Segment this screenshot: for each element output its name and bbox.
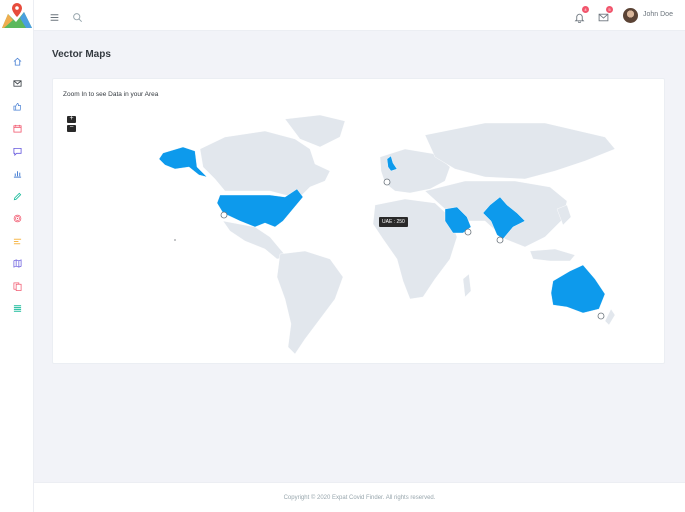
sidebar-item-home[interactable] xyxy=(0,50,34,73)
footer: Copyright © 2020 Expat Covid Finder. All… xyxy=(34,482,685,512)
home-icon xyxy=(13,57,21,66)
search-icon xyxy=(73,13,83,23)
marker-united-states xyxy=(220,211,228,219)
bell-icon xyxy=(574,13,585,24)
marker-india xyxy=(496,236,504,244)
zoom-out-button[interactable]: − xyxy=(67,124,76,132)
sidebar-item-mail[interactable] xyxy=(0,73,34,96)
search-button[interactable] xyxy=(72,10,83,23)
region-united-states xyxy=(216,188,304,228)
thumbs-up-icon xyxy=(13,102,21,111)
land-masses xyxy=(199,114,615,354)
sidebar-item-security[interactable] xyxy=(0,208,34,231)
mail-icon xyxy=(598,13,609,22)
card-title: Zoom In to see Data in your Area xyxy=(63,91,159,98)
region-australia xyxy=(550,264,606,314)
pen-icon xyxy=(13,192,21,200)
copyright-text: Copyright © 2020 Expat Covid Finder. All… xyxy=(283,495,436,501)
topbar: 4 5 John Doe xyxy=(34,0,685,31)
sidebar-item-edit[interactable] xyxy=(0,185,34,208)
sidebar-item-lists[interactable] xyxy=(0,298,34,321)
map-dot xyxy=(174,239,176,241)
list-icon xyxy=(13,305,21,312)
menu-toggle-button[interactable] xyxy=(49,10,60,21)
sidebar-item-calendar[interactable] xyxy=(0,118,34,141)
sidebar-item-chat[interactable] xyxy=(0,140,34,163)
marker-united-kingdom xyxy=(383,178,391,186)
world-map[interactable] xyxy=(105,109,615,354)
map-tooltip: UAE : 250 xyxy=(379,217,408,227)
marker-australia xyxy=(597,312,605,320)
sidebar-item-pages[interactable] xyxy=(0,275,34,298)
bars-icon xyxy=(13,238,21,244)
notification-count-badge: 4 xyxy=(582,6,589,13)
chat-icon xyxy=(12,147,22,156)
map-icon xyxy=(13,259,21,268)
zoom-in-button[interactable]: + xyxy=(67,115,76,123)
user-name[interactable]: John Doe xyxy=(643,11,673,18)
notifications-button[interactable]: 4 xyxy=(574,6,589,24)
sidebar-nav xyxy=(0,50,34,320)
message-count-badge: 5 xyxy=(606,6,613,13)
sidebar-item-tables[interactable] xyxy=(0,230,34,253)
marker-uae xyxy=(464,228,472,236)
mail-icon xyxy=(12,80,22,87)
fingerprint-icon xyxy=(13,214,21,223)
vector-map-card: Zoom In to see Data in your Area + − UAE… xyxy=(52,78,665,364)
sidebar-item-charts[interactable] xyxy=(0,163,34,186)
messages-button[interactable]: 5 xyxy=(598,6,613,22)
bar-chart-icon xyxy=(13,171,21,178)
sidebar-item-likes[interactable] xyxy=(0,95,34,118)
page-title: Vector Maps xyxy=(52,49,111,60)
menu-icon xyxy=(50,14,59,21)
sidebar-item-maps[interactable] xyxy=(0,253,34,276)
sidebar xyxy=(0,0,34,512)
calendar-icon xyxy=(12,125,22,133)
documents-icon xyxy=(13,282,21,291)
avatar[interactable] xyxy=(623,8,638,23)
app-logo[interactable] xyxy=(0,0,34,32)
region-alaska xyxy=(158,146,208,178)
